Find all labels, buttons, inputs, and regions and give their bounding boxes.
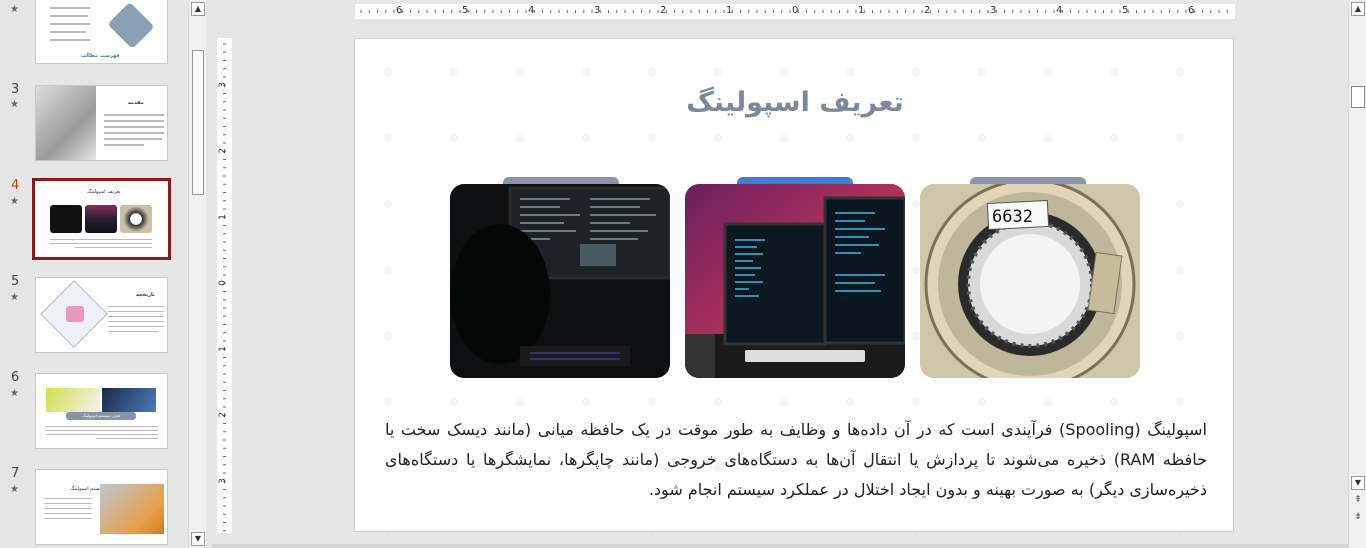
thumb-number-4: 4 xyxy=(11,178,20,193)
slide-title[interactable]: تعریف اسپولینگ xyxy=(355,87,1233,118)
ruler-label: 2 xyxy=(924,5,931,16)
slide-thumbnail-5[interactable]: تاریخچه xyxy=(35,277,168,353)
thumb-photo-dark xyxy=(50,205,82,233)
ruler-label: 3 xyxy=(990,5,997,16)
ruler-label: 5 xyxy=(462,5,469,16)
animation-star-icon: ★ xyxy=(10,196,19,207)
thumbnail-scrollbar[interactable]: ▲ ▼ xyxy=(188,0,206,548)
scroll-down-button[interactable]: ▼ xyxy=(191,532,205,546)
ruler-label: 1 xyxy=(217,214,228,220)
animation-star-icon: ★ xyxy=(10,99,19,110)
thumb-photo-monitors xyxy=(85,205,117,233)
slide-thumbnail-4[interactable]: تعریف اسپولینگ xyxy=(32,178,171,260)
tape-reel-photo[interactable]: 6632 xyxy=(920,184,1140,378)
slide-thumbnail-2[interactable]: فهرست مطالب xyxy=(35,0,168,64)
ruler-label: 1 xyxy=(726,5,733,16)
next-slide-icon[interactable]: ⇟ xyxy=(1352,511,1364,523)
ruler-label: 0 xyxy=(217,280,228,286)
reel-label: 6632 xyxy=(992,207,1033,227)
previous-slide-icon[interactable]: ⇞ xyxy=(1352,494,1364,506)
thumb-image xyxy=(46,388,100,412)
ruler-label: 2 xyxy=(660,5,667,16)
slide-thumbnail-6[interactable]: هدف سیستم اسپولینگ xyxy=(35,373,168,449)
thumb-image xyxy=(100,484,164,534)
thumb-title: هدف سیستم اسپولینگ xyxy=(66,412,136,420)
ruler-label: 0 xyxy=(792,5,799,16)
horizontal-ruler[interactable]: 6 5 4 3 2 1 0 1 2 3 4 5 6 xyxy=(355,4,1235,19)
scrollbar-thumb[interactable] xyxy=(192,50,204,195)
ruler-label: 2 xyxy=(217,412,228,418)
animation-star-icon: ★ xyxy=(10,484,19,495)
thumb-title: فهرست مطالب xyxy=(81,53,120,59)
slide-thumbnail-pane: ★ فهرست مطالب 3 ★ مقدمه 4 ★ تعریف اسپولی… xyxy=(0,0,188,548)
thumb-number-3: 3 xyxy=(11,82,20,97)
slide-body-text[interactable]: اسپولینگ (Spooling) فرآیندی است که در آن… xyxy=(385,415,1207,505)
ruler-label: 1 xyxy=(858,5,865,16)
vertical-ruler[interactable]: 3 2 1 0 1 2 3 xyxy=(217,38,232,533)
thumb-title: تعریف اسپولینگ xyxy=(87,189,121,195)
scroll-up-button[interactable]: ▲ xyxy=(1351,2,1365,16)
thumb-number-7: 7 xyxy=(11,466,20,481)
ruler-label: 6 xyxy=(1188,5,1195,16)
thumb-title: تاریخچه xyxy=(136,292,155,298)
editor-scrollbar[interactable]: ▲ ▼ ⇞ ⇟ xyxy=(1348,0,1366,548)
ruler-label: 3 xyxy=(594,5,601,16)
animation-star-icon: ★ xyxy=(10,4,19,15)
animation-star-icon: ★ xyxy=(10,388,19,399)
ruler-label: 2 xyxy=(217,148,228,154)
thumb-image xyxy=(36,86,96,160)
ruler-label: 3 xyxy=(217,478,228,484)
scroll-down-button[interactable]: ▼ xyxy=(1351,476,1365,490)
scroll-up-button[interactable]: ▲ xyxy=(191,2,205,16)
slide-thumbnail-3[interactable]: مقدمه xyxy=(35,85,168,161)
ruler-label: 4 xyxy=(1056,5,1063,16)
thumb-image xyxy=(107,1,155,50)
ruler-label: 5 xyxy=(1122,5,1129,16)
thumb-number-6: 6 xyxy=(11,370,20,385)
slide-thumbnail-7[interactable]: اجزای سیستم اسپولینگ xyxy=(35,469,168,545)
thumb-number-5: 5 xyxy=(11,274,20,289)
animation-star-icon: ★ xyxy=(10,292,19,303)
thumb-photo-reel xyxy=(120,205,152,233)
ruler-label: 1 xyxy=(217,346,228,352)
slide-canvas[interactable]: تعریف اسپولینگ 6632 اسپولینگ (Spooling) … xyxy=(354,38,1234,532)
horizontal-scroll-strip xyxy=(212,544,1348,548)
dark-terminal-photo[interactable] xyxy=(450,184,670,378)
scrollbar-thumb[interactable] xyxy=(1351,86,1365,108)
ruler-label: 6 xyxy=(396,5,403,16)
computer-monitors-photo[interactable] xyxy=(685,184,905,378)
thumb-title: مقدمه xyxy=(128,100,144,106)
ruler-label: 4 xyxy=(528,5,535,16)
ruler-label: 3 xyxy=(217,82,228,88)
